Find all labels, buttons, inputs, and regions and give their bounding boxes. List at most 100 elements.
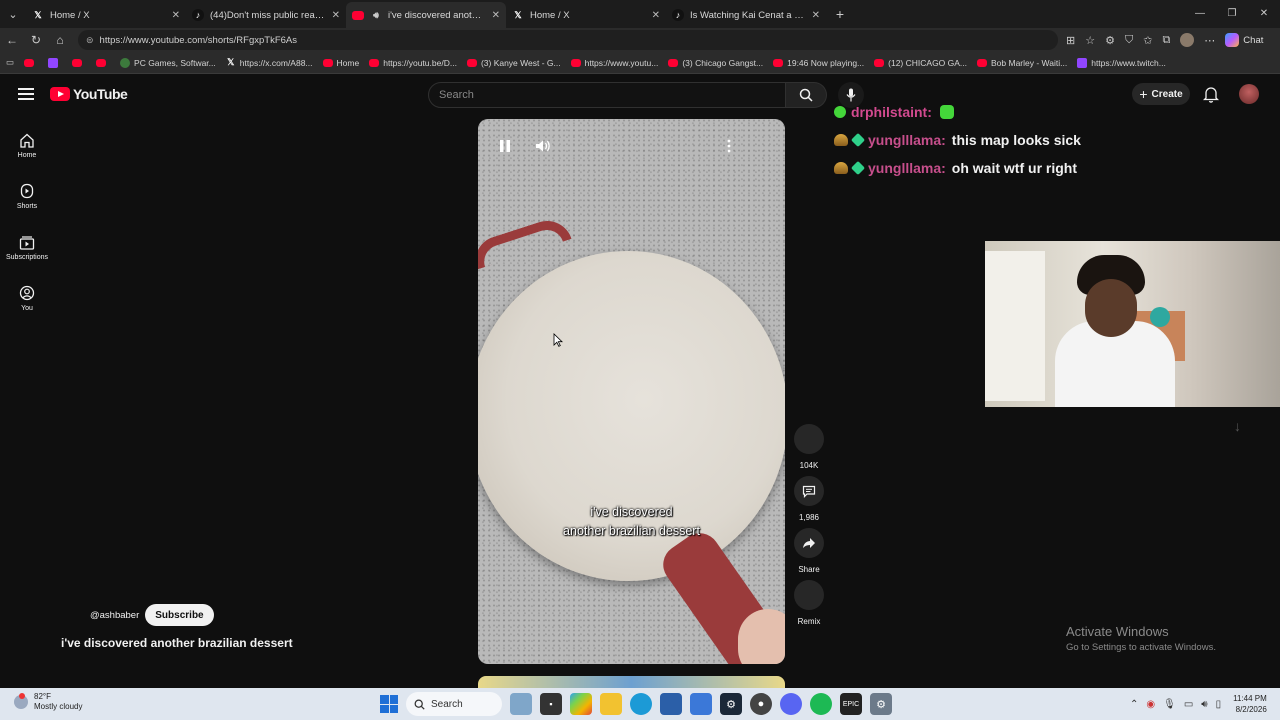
task-view-icon[interactable] [510, 693, 532, 715]
file-explorer-icon[interactable] [600, 693, 622, 715]
channel-name[interactable]: @ashbaber [90, 610, 139, 621]
split-screen-icon[interactable]: ⊞ [1066, 34, 1075, 47]
tab-label: Is Watching Kai Cenat a Sign of Su [690, 9, 806, 21]
tab-actions-menu-icon[interactable]: ⌄ [0, 0, 26, 28]
site-info-icon[interactable]: ⊜ [86, 35, 94, 46]
chat-message: yunglllama: oh wait wtf ur right [834, 154, 1081, 182]
battery-icon[interactable]: ▯ [1216, 699, 1222, 710]
short-video-player[interactable]: i've discovered another brazilian desser… [478, 119, 785, 664]
clock[interactable]: 11:44 PM 8/2/2026 [1233, 693, 1267, 715]
guide-item-subscriptions[interactable]: Subscriptions [0, 222, 54, 273]
network-icon[interactable]: ▭ [1184, 699, 1193, 710]
next-short-preview[interactable] [478, 676, 785, 688]
close-icon[interactable]: ✕ [652, 10, 660, 21]
remix-button[interactable]: Remix [792, 580, 826, 626]
chat-username: yunglllama: [868, 160, 946, 176]
volume-button[interactable] [528, 135, 558, 157]
guide-item-home[interactable]: Home [0, 120, 54, 171]
close-window-icon[interactable]: ✕ [1248, 0, 1280, 28]
favorites-icon[interactable]: ✩ [1143, 34, 1152, 47]
back-icon[interactable]: ← [0, 33, 24, 47]
more-icon[interactable]: ⋯ [1204, 34, 1215, 47]
bookmark-item[interactable]: (3) Kanye West - G... [466, 58, 561, 68]
bookmark-item[interactable]: Bob Marley - Waiti... [977, 58, 1067, 68]
bookmark-item[interactable] [96, 58, 110, 67]
store-icon[interactable] [570, 693, 592, 715]
microphone-icon[interactable]: 🎙︎ [1163, 699, 1176, 710]
close-icon[interactable]: ✕ [172, 10, 180, 21]
bookmark-item[interactable] [24, 58, 38, 67]
browser-essentials-icon[interactable]: ⛉ [1125, 34, 1133, 47]
bookmark-item[interactable]: (12) CHICAGO GA... [874, 58, 967, 68]
bookmark-item[interactable]: https://www.youtu... [570, 58, 658, 68]
extensions-icon[interactable]: ⚙ [1105, 34, 1115, 47]
create-button[interactable]: + Create [1132, 83, 1190, 105]
menu-icon[interactable] [18, 88, 34, 100]
bookmark-item[interactable]: 19:46 Now playing... [773, 58, 864, 68]
security-icon[interactable] [690, 693, 712, 715]
discord-icon[interactable] [780, 693, 802, 715]
notifications-button[interactable] [1202, 86, 1220, 108]
bookmark-item[interactable]: 𝕏https://x.com/A88... [226, 57, 312, 68]
create-label: Create [1151, 88, 1183, 100]
profile-avatar[interactable] [1180, 33, 1195, 47]
url-field[interactable]: ⊜ https://www.youtube.com/shorts/RFgxpTk… [78, 30, 1058, 50]
calculator-icon[interactable] [660, 693, 682, 715]
minimize-icon[interactable]: — [1184, 0, 1216, 28]
app-icon[interactable]: ● [750, 693, 772, 715]
new-tab-button[interactable]: + [826, 6, 854, 22]
temperature: 82°F [34, 692, 51, 701]
guide-item-shorts[interactable]: Shorts [0, 171, 54, 222]
video-title[interactable]: i've discovered another brazilian desser… [61, 636, 293, 650]
favorite-star-icon[interactable]: ☆ [1085, 34, 1095, 47]
close-icon[interactable]: ✕ [492, 10, 500, 21]
windows-start-icon[interactable] [380, 695, 398, 713]
copilot-chat-button[interactable]: Chat [1225, 33, 1263, 47]
account-avatar[interactable] [1239, 84, 1259, 104]
steam-icon[interactable]: ⚙ [720, 693, 742, 715]
search-box [428, 82, 827, 108]
like-button[interactable]: 104K [792, 424, 826, 470]
browser-tab-active[interactable]: 🔊︎ i've discovered another brazili ✕ [346, 2, 506, 28]
bookmark-item[interactable] [48, 57, 62, 68]
pause-button[interactable] [490, 135, 520, 157]
chevron-up-icon[interactable]: ⌃ [1130, 699, 1138, 710]
bookmark-item[interactable]: Home [322, 58, 359, 68]
browser-tab[interactable]: 𝕏 Home / X ✕ [506, 2, 666, 28]
browser-tab[interactable]: ♪ Is Watching Kai Cenat a Sign of Su ✕ [666, 2, 826, 28]
share-button[interactable]: Share [792, 528, 826, 574]
settings-icon[interactable]: ⚙ [870, 693, 892, 715]
subscribe-button[interactable]: Subscribe [145, 604, 214, 626]
edge-icon[interactable] [630, 693, 652, 715]
guide-item-you[interactable]: You [0, 273, 54, 324]
tray-app-icon[interactable]: ◉ [1146, 699, 1155, 710]
refresh-icon[interactable]: ↻ [24, 33, 48, 47]
spotify-icon[interactable] [810, 693, 832, 715]
volume-icon[interactable]: 🔊︎ [1201, 699, 1207, 710]
browser-tab[interactable]: ♪ (44)Don't miss public reaction 😱 ( ✕ [186, 2, 346, 28]
bookmark-item[interactable]: https://www.twitch... [1077, 57, 1166, 68]
collections-icon[interactable]: ⧉ [1162, 34, 1170, 47]
taskbar-search[interactable]: Search [406, 692, 502, 716]
restore-icon[interactable]: ❐ [1216, 0, 1248, 28]
close-icon[interactable]: ✕ [332, 10, 340, 21]
search-button[interactable] [786, 82, 827, 108]
bookmark-item[interactable]: PC Games, Softwar... [120, 57, 216, 68]
arrow-down-icon[interactable]: ↓ [1234, 418, 1241, 434]
epic-games-icon[interactable]: EPIC [840, 693, 862, 715]
terminal-icon[interactable]: ▪ [540, 693, 562, 715]
bookmark-item[interactable]: (3) Chicago Gangst... [668, 58, 763, 68]
comments-button[interactable]: 1,986 [792, 476, 826, 522]
close-icon[interactable]: ✕ [812, 10, 820, 21]
browser-tab[interactable]: 𝕏 Home / X ✕ [26, 2, 186, 28]
more-options-button[interactable] [714, 135, 744, 157]
weather-widget[interactable]: 82°F Mostly cloudy [14, 692, 82, 712]
speaker-icon[interactable]: 🔊︎ [370, 9, 382, 21]
bookmark-item[interactable]: https://youtu.be/D... [369, 58, 457, 68]
home-icon[interactable]: ⌂ [48, 33, 72, 47]
green-emote-icon [939, 105, 954, 119]
youtube-logo[interactable]: YouTube [50, 86, 128, 102]
sidebar-toggle-icon[interactable]: ▭ [6, 57, 14, 68]
bookmark-item[interactable] [72, 58, 86, 67]
search-input[interactable] [428, 82, 786, 108]
